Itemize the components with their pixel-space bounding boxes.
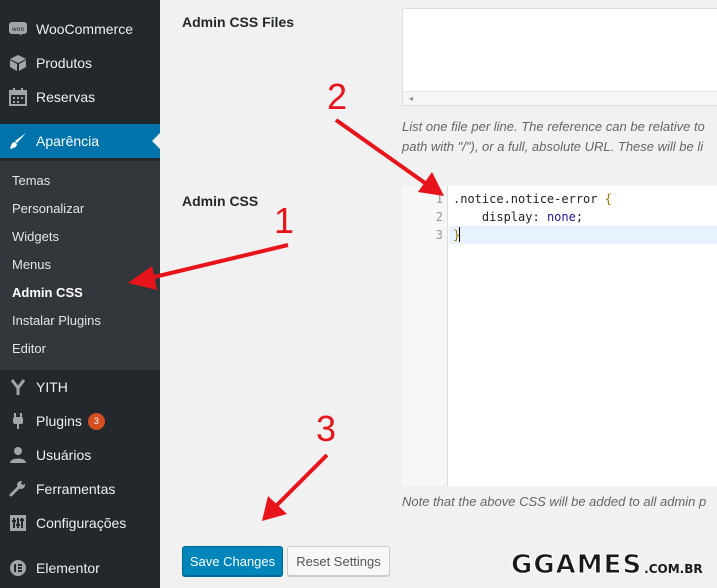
menu-item-elementor[interactable]: Elementor [0,551,160,585]
menu-item-configuracoes[interactable]: Configurações [0,506,160,540]
menu-item-label: Produtos [36,55,93,71]
submenu-item-temas[interactable]: Temas [12,173,50,188]
active-caret [152,133,160,149]
annotation-number-1: 1 [274,200,295,241]
menu-item-produtos[interactable]: Produtos [0,46,160,80]
submenu-item-widgets[interactable]: Widgets [12,229,59,244]
watermark-main-text: GGAMES [510,550,643,581]
line-number: 2 [435,210,443,224]
arrow-3 [262,453,329,521]
code-line-2: display: none; [481,210,584,224]
open-brace: { [604,192,612,206]
menu-item-label: Usuários [36,447,92,463]
files-description-line-2: path with "/"), or a full, absolute URL.… [402,139,704,154]
brush-icon [0,124,36,158]
submenu-item-menus[interactable]: Menus [12,257,51,272]
code-line-1: .notice.notice-error { [453,192,612,206]
menu-item-label: Plugins [36,413,82,429]
save-changes-button[interactable]: Save Changes [182,546,283,576]
menu-item-ferramentas[interactable]: Ferramentas [0,472,160,506]
svg-text:woo: woo [12,26,25,33]
menu-item-label: YITH [36,379,68,395]
menu-item-woocommerce[interactable]: woo WooCommerce [0,12,160,46]
menu-item-yith[interactable]: YITH [0,370,160,404]
menu-item-label: Reservas [36,89,96,105]
elementor-icon [0,551,36,585]
menu-item-aparencia[interactable]: Aparência [0,124,160,158]
menu-item-usuarios[interactable]: Usuários [0,438,160,472]
menu-item-label: Elementor [36,560,100,576]
line-number: 3 [435,228,443,242]
yith-icon [0,370,36,404]
watermark-domain-text: .COM.BR [644,562,703,576]
css-property: display [481,210,533,224]
update-count-badge: 3 [87,412,105,430]
submenu-item-admin-css[interactable]: Admin CSS [12,285,83,300]
ggames-watermark: GGAMES .COM.BR [510,550,703,584]
admin-css-files-textarea[interactable]: ◂ [402,8,717,106]
user-icon [0,438,36,472]
woocommerce-icon: woo [0,12,36,46]
line-number: 1 [435,192,443,206]
menu-item-label: WooCommerce [36,21,133,37]
css-value: none [546,210,576,224]
menu-item-reservas[interactable]: Reservas [0,80,160,114]
menu-item-label: Aparência [36,133,100,149]
annotation-number-3: 3 [316,408,337,449]
horizontal-scrollbar[interactable]: ◂ [403,91,717,105]
admin-sidebar: woo WooCommerce Produtos Reservas Aparên… [0,0,160,588]
menu-item-label: Configurações [36,515,127,531]
admin-css-label: Admin CSS [182,193,259,209]
submenu-item-personalizar[interactable]: Personalizar [12,201,84,216]
wrench-icon [0,472,36,506]
appearance-submenu: Temas Personalizar Widgets Menus Admin C… [0,161,160,370]
annotation-number-2: 2 [327,76,348,117]
reset-settings-button[interactable]: Reset Settings [287,546,390,576]
active-line-highlight [449,226,717,244]
text-cursor [459,227,460,242]
menu-item-label: Ferramentas [36,481,116,497]
submenu-item-instalar-plugins[interactable]: Instalar Plugins [12,313,101,328]
css-selector: .notice.notice-error [453,192,598,206]
line-number-gutter: 1 2 3 [402,186,448,486]
css-code-editor[interactable]: 1 2 3 .notice.notice-error { display: no… [402,186,717,486]
admin-css-files-label: Admin CSS Files [182,14,295,30]
calendar-icon [0,80,36,114]
css-description: Note that the above CSS will be added to… [402,494,707,509]
submenu-item-editor[interactable]: Editor [12,341,46,356]
menu-item-plugins[interactable]: Plugins 3 [0,404,160,438]
plugin-icon [0,404,36,438]
settings-icon [0,506,36,540]
products-icon [0,46,36,80]
files-description-line-1: List one file per line. The reference ca… [402,119,705,134]
